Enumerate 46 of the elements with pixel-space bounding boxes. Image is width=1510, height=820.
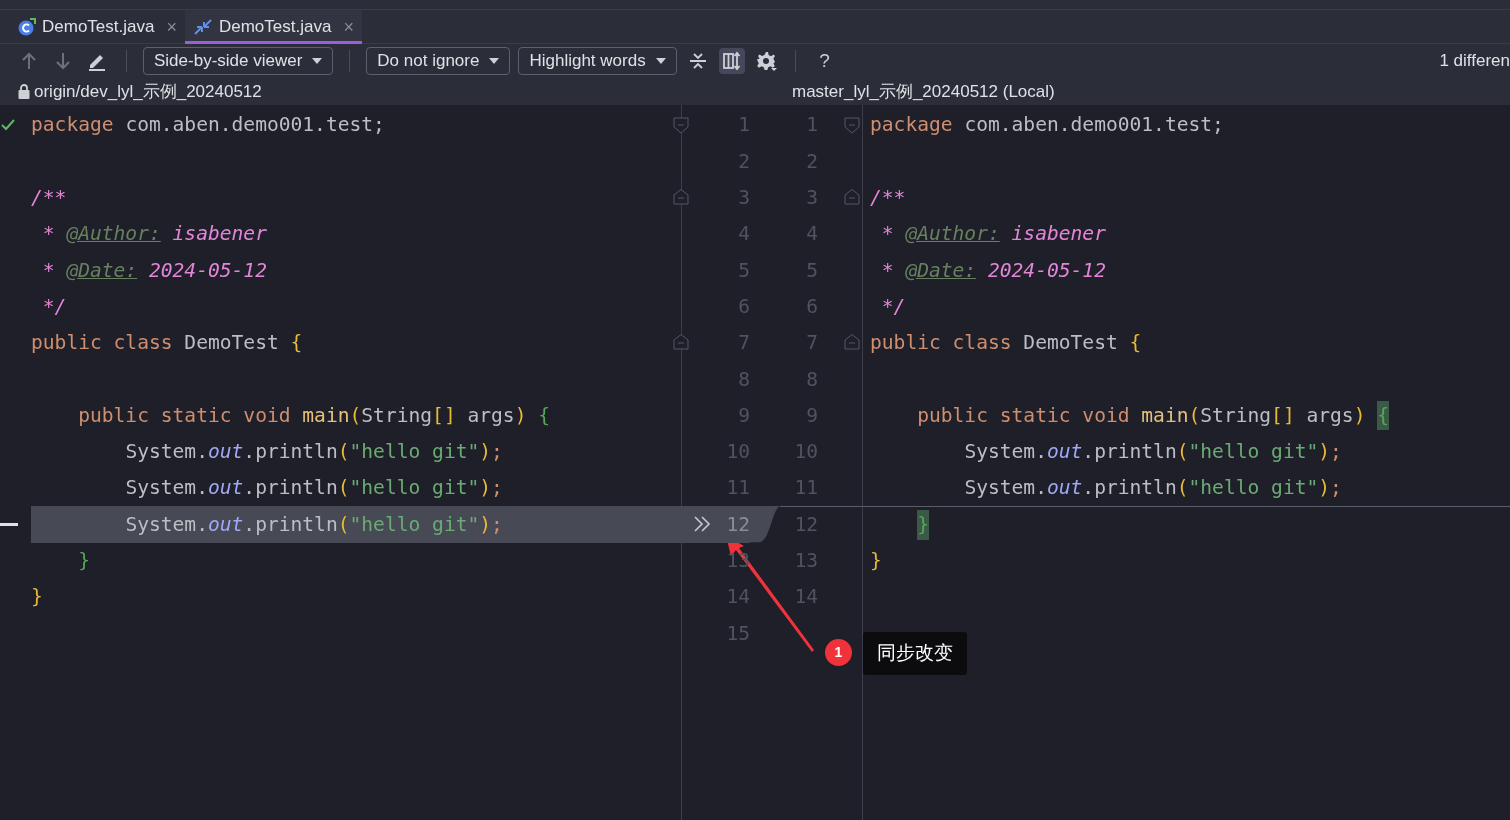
down-arrow-icon: [55, 52, 71, 70]
code-line: System.out.println("hello git");: [963, 475, 1343, 502]
code-line: }: [870, 506, 1510, 543]
difference-count: 1 differen: [1439, 50, 1510, 73]
diff-icon: [192, 18, 213, 36]
code-line: public static void main(String[] args) {: [77, 402, 552, 429]
sync-scroll-icon: [721, 51, 742, 71]
close-icon[interactable]: ×: [343, 13, 354, 41]
code-line: public class DemoTest {: [870, 330, 1143, 357]
file-path: origin/dev_lyl_示例_20240512: [34, 80, 262, 103]
code-line: System.out.println("hello git");: [124, 439, 504, 466]
code-line: public static void main(String[] args) {: [870, 397, 1510, 434]
viewer-dropdown[interactable]: Highlight words: [518, 47, 677, 75]
viewer-dropdown[interactable]: Do not ignore: [366, 47, 511, 75]
change-connector: [750, 505, 780, 543]
code-line: }: [77, 548, 91, 574]
deleted-marker-icon: [0, 522, 18, 526]
code-line: * @Date: 2024-05-12: [880, 257, 1107, 284]
help-button[interactable]: ?: [811, 48, 838, 74]
code-line: public class DemoTest {: [31, 330, 304, 357]
file-tab[interactable]: DemoTest.java ×: [184, 10, 362, 44]
collapse-icon: [687, 51, 708, 71]
close-icon[interactable]: ×: [166, 13, 177, 41]
code-line: */: [41, 293, 68, 320]
code-line: System.out.println("hello git");: [963, 439, 1343, 466]
code-line: * @Author: isabener: [41, 221, 268, 248]
code-line: /**: [870, 185, 907, 212]
tab-label: DemoTest.java: [218, 16, 332, 39]
code-line: System.out.println("hello git");: [124, 475, 504, 502]
class-icon: [18, 18, 36, 36]
code-line: }: [31, 584, 44, 611]
code-line: }: [870, 548, 883, 574]
code-line: package com.aben.demo001.test;: [31, 112, 386, 139]
code-line: * @Date: 2024-05-12: [41, 257, 268, 284]
code-line: * @Author: isabener: [880, 221, 1107, 248]
code-line: */: [880, 293, 907, 320]
viewer-dropdown[interactable]: Side-by-side viewer: [143, 47, 334, 75]
tab-label: DemoTest.java: [42, 16, 155, 39]
line-number: 12: [725, 511, 750, 538]
file-tab[interactable]: DemoTest.java ×: [10, 10, 185, 44]
sync-scroll-button[interactable]: [718, 48, 745, 74]
up-arrow-icon: [21, 52, 37, 70]
code-line: /**: [31, 185, 68, 212]
code-line: package com.aben.demo001.test;: [870, 112, 1225, 139]
gear-icon: [754, 50, 777, 72]
file-path: master_lyl_示例_20240512 (Local): [792, 80, 1055, 103]
